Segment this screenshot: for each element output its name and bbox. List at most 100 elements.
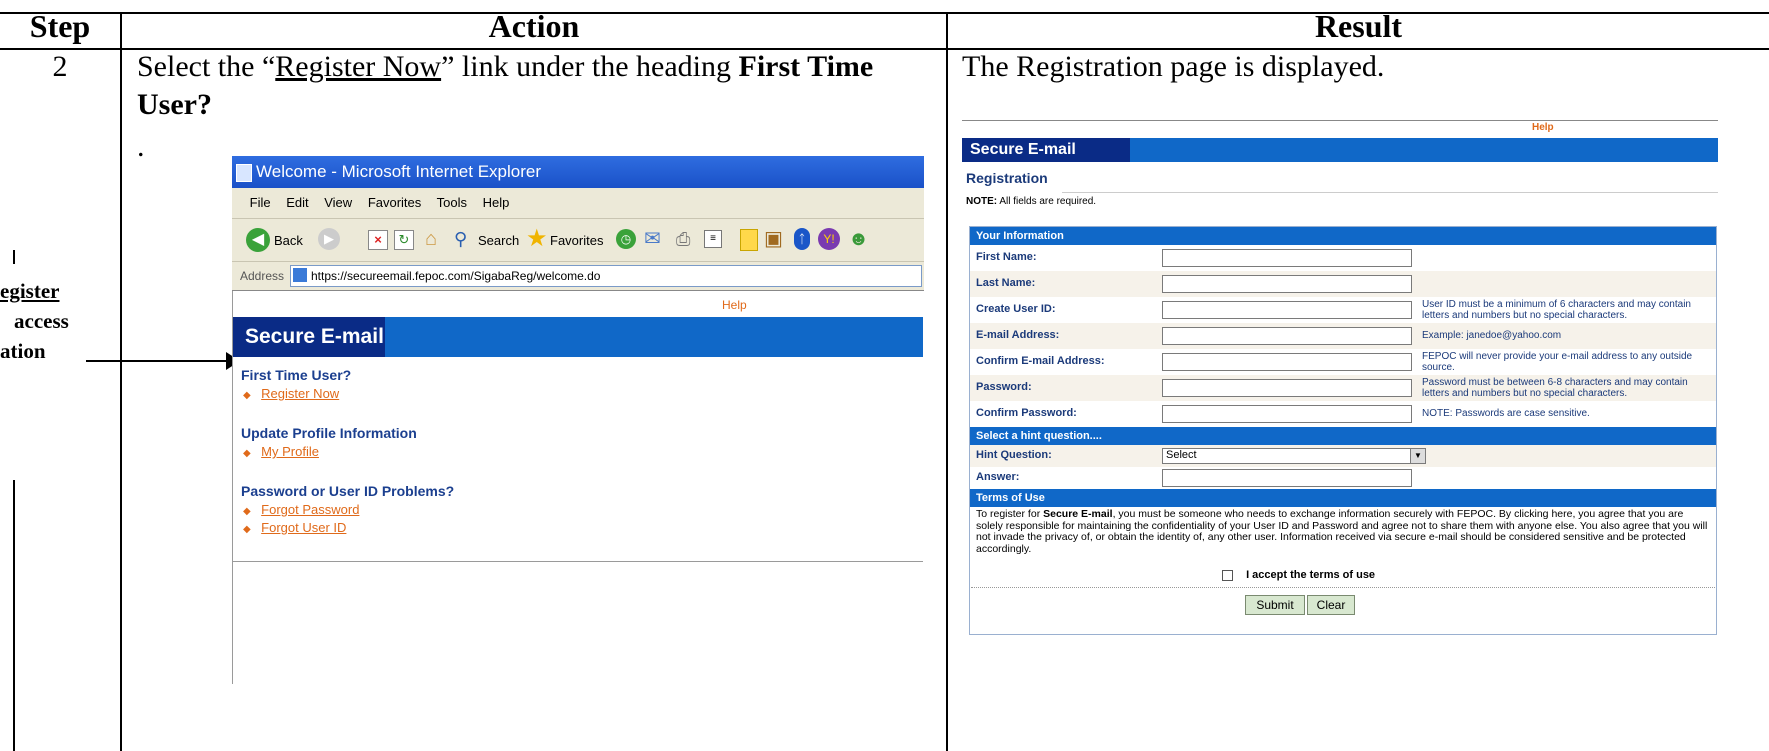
last-name-input[interactable] bbox=[1162, 275, 1412, 293]
email-hint: Example: janedoe@yahoo.com bbox=[1422, 330, 1562, 341]
ie-menubar: File Edit View Favorites Tools Help bbox=[232, 188, 924, 219]
confirm-password-hint: NOTE: Passwords are case sensitive. bbox=[1422, 408, 1590, 419]
chevron-down-icon[interactable]: ▼ bbox=[1410, 449, 1425, 463]
step-number: 2 bbox=[52, 50, 68, 83]
action-instruction: Select the “Register Now” link under the… bbox=[137, 48, 937, 163]
confirm-email-hint: FEPOC will never provide your e-mail add… bbox=[1422, 351, 1693, 373]
user-id-input[interactable] bbox=[1162, 301, 1412, 319]
reg-row-email: E-mail Address: Example: janedoe@yahoo.c… bbox=[970, 323, 1716, 349]
header-step: Step bbox=[29, 8, 91, 44]
ie-back-label[interactable]: Back bbox=[274, 233, 303, 248]
reg-row-last-name: Last Name: bbox=[970, 271, 1716, 297]
reg-note: NOTE: All fields are required. bbox=[966, 196, 1097, 207]
action-register-link-text: Register Now bbox=[275, 50, 442, 83]
note-icon[interactable] bbox=[740, 229, 758, 251]
ie-link-forgot-password[interactable]: ◆ Forgot Password bbox=[243, 501, 359, 519]
forward-arrow-icon[interactable]: ▶ bbox=[318, 228, 340, 250]
reg-row-user-id: Create User ID: User ID must be a minimu… bbox=[970, 297, 1716, 323]
reg-row-confirm-email: Confirm E-mail Address: FEPOC will never… bbox=[970, 349, 1716, 375]
callout-bracket-line bbox=[13, 250, 15, 264]
edit-icon[interactable]: ≡ bbox=[704, 230, 722, 248]
reg-button-row: Submit Clear bbox=[1245, 595, 1385, 615]
email-input[interactable] bbox=[1162, 327, 1412, 345]
ie-title: Welcome - Microsoft Internet Explorer bbox=[256, 162, 541, 181]
reg-help-link[interactable]: Help bbox=[1532, 122, 1554, 133]
accept-terms-checkbox[interactable] bbox=[1222, 569, 1233, 581]
clear-button[interactable]: Clear bbox=[1307, 595, 1355, 615]
accept-terms-label: I accept the terms of use bbox=[1246, 569, 1376, 582]
ie-address-url: https://secureemail.fepoc.com/SigabaReg/… bbox=[311, 269, 601, 283]
ie-window-screenshot: Welcome - Microsoft Internet Explorer Fi… bbox=[232, 156, 924, 684]
submit-button[interactable]: Submit bbox=[1245, 595, 1305, 615]
ie-menu-favorites[interactable]: Favorites bbox=[368, 195, 421, 210]
reg-row-hint-question: Hint Question: Select ▼ bbox=[970, 445, 1716, 467]
ie-link-register-now[interactable]: ◆ Register Now bbox=[243, 385, 339, 403]
confirm-password-input[interactable] bbox=[1162, 405, 1412, 423]
registration-screenshot: Help Secure E-mail Registration NOTE: Al… bbox=[962, 118, 1718, 666]
ie-section-first-time: First Time User? bbox=[241, 367, 352, 383]
col-divider-1 bbox=[120, 12, 122, 751]
ie-menu-help[interactable]: Help bbox=[483, 195, 510, 210]
user-id-hint: User ID must be a minimum of 6 character… bbox=[1422, 299, 1691, 321]
answer-input[interactable] bbox=[1162, 469, 1412, 487]
ie-toolbar: ◀ Back ▶ × ↻ ⌂ ⚲ Search ★ Favorites ◷ ✉ … bbox=[232, 219, 924, 262]
stop-icon[interactable]: × bbox=[368, 230, 388, 250]
back-arrow-icon[interactable]: ◀ bbox=[246, 228, 270, 252]
ie-search-label[interactable]: Search bbox=[478, 233, 519, 248]
terms-text: To register for Secure E-mail, you must … bbox=[976, 508, 1708, 555]
header-action: Action bbox=[488, 8, 580, 44]
ie-banner: Secure E-mail bbox=[233, 317, 923, 357]
action-bold-heading-2: User? bbox=[137, 88, 212, 121]
people-icon[interactable]: ☻ bbox=[848, 228, 869, 250]
ie-page-content: Help Secure E-mail First Time User? ◆ Re… bbox=[232, 291, 924, 684]
print-icon[interactable]: ⎙ bbox=[676, 229, 690, 249]
reg-dotted-divider bbox=[971, 587, 1715, 588]
ie-menu-view[interactable]: View bbox=[324, 195, 352, 210]
ie-link-my-profile[interactable]: ◆ My Profile bbox=[243, 443, 319, 461]
ie-link-forgot-user-id[interactable]: ◆ Forgot User ID bbox=[243, 519, 346, 537]
ie-content-divider bbox=[233, 561, 923, 562]
ie-banner-title: Secure E-mail bbox=[233, 317, 385, 357]
messenger-icon[interactable]: Y! bbox=[818, 228, 840, 250]
first-name-input[interactable] bbox=[1162, 249, 1412, 267]
accept-terms-row: I accept the terms of use bbox=[1222, 569, 1375, 581]
hint-question-select[interactable]: Select ▼ bbox=[1162, 448, 1426, 464]
ie-titlebar: Welcome - Microsoft Internet Explorer bbox=[232, 156, 924, 188]
ie-favorites-label[interactable]: Favorites bbox=[550, 233, 603, 248]
reg-title: Registration bbox=[966, 170, 1048, 186]
col-divider-2 bbox=[946, 12, 948, 751]
ie-section-password-problems: Password or User ID Problems? bbox=[241, 483, 455, 499]
action-dot: . bbox=[137, 130, 145, 163]
bluetooth-icon[interactable]: ᛏ bbox=[794, 228, 810, 250]
callout-arrow-line bbox=[86, 360, 226, 362]
callout-line-3: ation bbox=[0, 339, 46, 363]
reg-top-rule bbox=[962, 120, 1718, 121]
confirm-email-input[interactable] bbox=[1162, 353, 1412, 371]
search-icon[interactable]: ⚲ bbox=[454, 229, 474, 249]
reg-row-password: Password: Password must be between 6-8 c… bbox=[970, 375, 1716, 401]
ie-app-icon bbox=[236, 164, 252, 182]
reg-section-terms-of-use: Terms of Use bbox=[970, 489, 1716, 507]
ie-menu-edit[interactable]: Edit bbox=[286, 195, 308, 210]
ie-page-icon bbox=[293, 268, 307, 282]
mail-icon[interactable]: ✉ bbox=[644, 229, 661, 249]
callout-line-2: access bbox=[14, 309, 69, 333]
ie-menu-file[interactable]: File bbox=[250, 195, 271, 210]
refresh-icon[interactable]: ↻ bbox=[394, 230, 414, 250]
history-icon[interactable]: ◷ bbox=[616, 229, 636, 249]
reg-row-first-name: First Name: bbox=[970, 245, 1716, 271]
home-icon[interactable]: ⌂ bbox=[420, 228, 442, 250]
result-text: The Registration page is displayed. bbox=[962, 50, 1385, 83]
action-bold-heading-1: First Time bbox=[738, 50, 874, 83]
research-icon[interactable]: ▣ bbox=[764, 228, 783, 250]
favorites-star-icon[interactable]: ★ bbox=[526, 227, 548, 251]
action-text-pre: Select the “ bbox=[137, 50, 276, 83]
ie-address-bar: Address https://secureemail.fepoc.com/Si… bbox=[232, 262, 924, 291]
action-text-mid: ” link under the heading bbox=[441, 50, 739, 83]
ie-help-link[interactable]: Help bbox=[722, 298, 747, 312]
reg-banner-title: Secure E-mail bbox=[962, 138, 1130, 162]
password-hint: Password must be between 6-8 characters … bbox=[1422, 377, 1688, 399]
password-input[interactable] bbox=[1162, 379, 1412, 397]
ie-address-field[interactable]: https://secureemail.fepoc.com/SigabaReg/… bbox=[290, 265, 922, 287]
ie-menu-tools[interactable]: Tools bbox=[437, 195, 467, 210]
